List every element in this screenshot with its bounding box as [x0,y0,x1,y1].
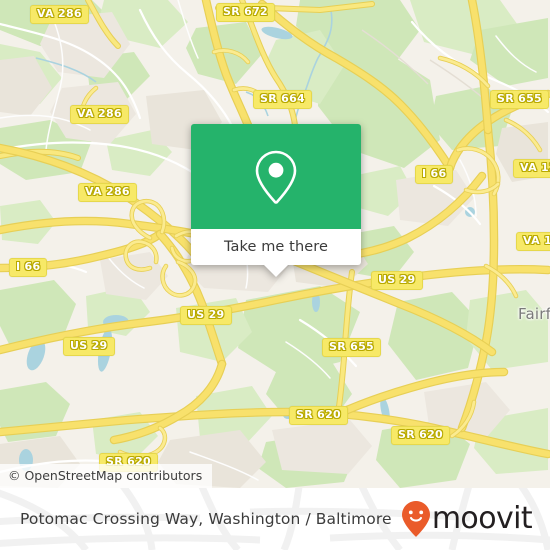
osm-attribution[interactable]: © OpenStreetMap contributors [0,464,213,488]
popup-image-area [191,124,361,229]
moovit-smiley-pin-icon [401,501,430,537]
place-label-fairfax: Fairf [518,305,550,323]
road-shield-va-123-north: VA 123 [513,159,550,178]
road-shield-sr-620-mid: SR 620 [289,406,348,425]
moovit-wordmark: moovit [431,501,533,536]
road-shield-sr-620-east: SR 620 [391,426,450,445]
road-shield-va-286-mid: VA 286 [70,105,129,124]
road-shield-sr-655-south: SR 655 [322,338,381,357]
map-pin-icon [255,150,297,204]
moovit-logo[interactable]: moovit [401,500,533,538]
road-shield-va-286-north: VA 286 [30,5,89,24]
location-popup-card[interactable]: Take me there [191,124,361,277]
take-me-there-label: Take me there [223,239,329,255]
road-shield-sr-655-ne: SR 655 [490,90,549,109]
road-shield-us-29-mid: US 29 [180,306,232,325]
road-shield-va-286-south: VA 286 [78,183,137,202]
road-shield-us-29-east: US 29 [371,271,423,290]
popup-tail-pointer [263,264,289,277]
road-shield-va-123-south: VA 123 [516,232,550,251]
map-canvas[interactable]: .park { fill:#cfe7b8; } .park2 { fill:#d… [0,0,550,488]
moovit-map-screenshot: .park { fill:#cfe7b8; } .park2 { fill:#d… [0,0,550,550]
road-shield-i-66-west: I 66 [9,258,48,277]
location-title: Potomac Crossing Way, Washington / Balti… [20,510,392,528]
road-shield-sr-672: SR 672 [216,3,275,22]
road-shield-us-29-west: US 29 [63,337,115,356]
road-shield-i-66-east: I 66 [415,165,454,184]
footer-bar: Potomac Crossing Way, Washington / Balti… [0,488,550,550]
popup-action-area[interactable]: Take me there [191,229,361,277]
road-shield-sr-664: SR 664 [253,90,312,109]
